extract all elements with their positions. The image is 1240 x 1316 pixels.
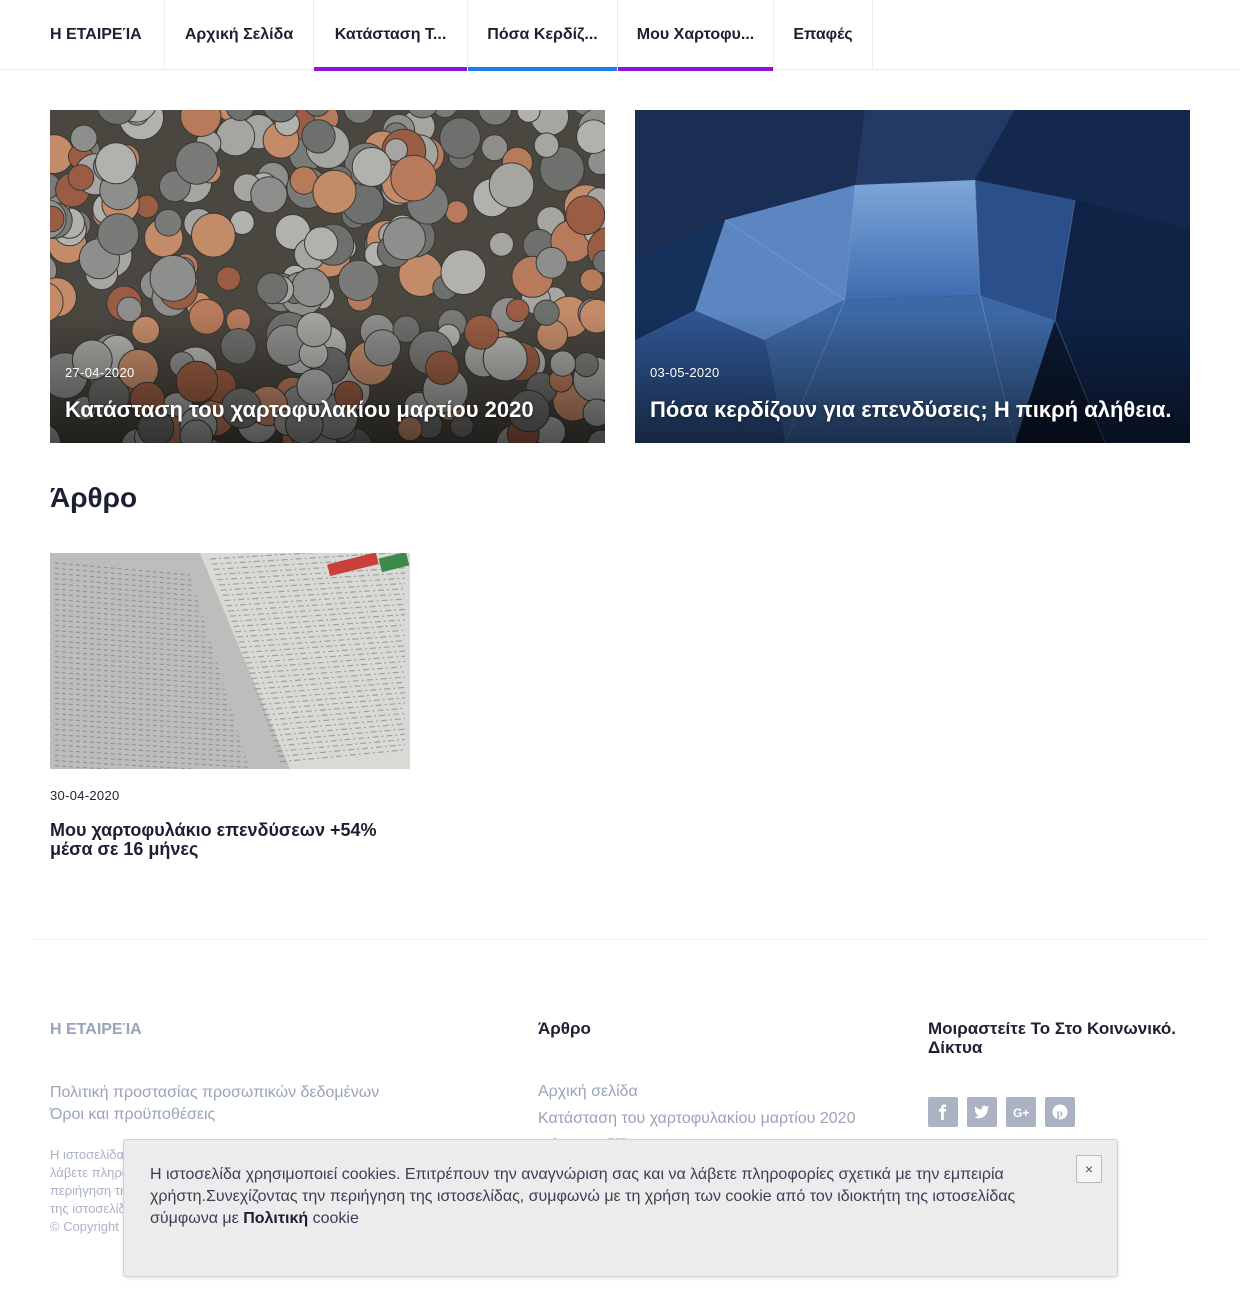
- facebook-share-button[interactable]: [928, 1097, 958, 1127]
- nav-active-underline: [468, 67, 617, 71]
- post-title[interactable]: Πόσα κερδίζουν για επενδύσεις; Η πικρή α…: [650, 397, 1172, 423]
- cookie-banner: Η ιστοσελίδα χρησιμοποιεί cookies. Επιτρ…: [123, 1139, 1118, 1277]
- post-date: 30-04-2020: [50, 788, 120, 803]
- featured-card[interactable]: 27-04-2020 Κατάσταση του χαρτοφυλακίου μ…: [50, 110, 605, 443]
- cookie-text: cookie: [308, 1210, 359, 1227]
- nav-active-underline: [314, 67, 467, 71]
- twitter-share-button[interactable]: [967, 1097, 997, 1127]
- close-button[interactable]: ×: [1076, 1155, 1102, 1183]
- top-navigation: Η ΕΤΑΙΡΕΊΑ Αρχική Σελίδα Κατάσταση Τ... …: [0, 0, 1240, 71]
- privacy-policy-link[interactable]: Πολιτική προστασίας προσωπικών δεδομένων: [50, 1082, 379, 1104]
- nav-active-underline: [618, 67, 773, 71]
- google-plus-share-button[interactable]: G+: [1006, 1097, 1036, 1127]
- post-title[interactable]: Μου χαρτοφυλάκιο επενδύσεων +54% μέσα σε…: [50, 821, 410, 859]
- footer-divider: [33, 939, 1207, 940]
- svg-text:G+: G+: [1013, 1106, 1029, 1120]
- post-date: 27-04-2020: [65, 365, 135, 380]
- twitter-icon: [974, 1105, 990, 1119]
- nav-item-label: Μου Χαρτοφυ...: [636, 26, 755, 43]
- financial-newspaper-photo: [50, 553, 410, 769]
- nav-item-home[interactable]: Αρχική Σελίδα: [165, 0, 314, 70]
- nav-item-label: Πόσα Κερδίζ...: [487, 26, 598, 43]
- footer-link-home[interactable]: Αρχική σελίδα: [538, 1078, 855, 1105]
- nav-item-label: Κατάσταση Τ...: [334, 26, 447, 43]
- post-date: 03-05-2020: [650, 365, 720, 380]
- section-title: Άρθρο: [50, 482, 138, 513]
- post-title[interactable]: Κατάσταση του χαρτοφυλακίου μαρτίου 2020: [65, 397, 534, 423]
- featured-card[interactable]: 03-05-2020 Πόσα κερδίζουν για επενδύσεις…: [635, 110, 1190, 443]
- nav-item-label: Επαφές: [793, 26, 853, 43]
- footer-legal-links: Πολιτική προστασίας προσωπικών δεδομένων…: [50, 1082, 379, 1126]
- svg-text:p: p: [1057, 1107, 1063, 1119]
- footer-brand[interactable]: Η ΕΤΑΙΡΕΊΑ: [50, 1021, 142, 1039]
- footer-share-title: Μοιραστείτε Το Στο Κοινωνικό. Δίκτυα: [928, 1019, 1176, 1057]
- facebook-icon: [939, 1104, 947, 1120]
- nav-item-contact[interactable]: Επαφές: [774, 0, 873, 70]
- article-card[interactable]: 30-04-2020 Μου χαρτοφυλάκιο επενδύσεων +…: [50, 553, 410, 859]
- cookie-message: Η ιστοσελίδα χρησιμοποιεί cookies. Επιτρ…: [150, 1164, 1050, 1230]
- nav-item-my-portfolio[interactable]: Μου Χαρτοφυ...: [618, 0, 774, 71]
- google-plus-icon: G+: [1013, 1106, 1029, 1120]
- brand-logo-link[interactable]: Η ΕΤΑΙΡΕΊΑ: [0, 0, 165, 70]
- pinterest-icon: p: [1052, 1104, 1068, 1120]
- nav-item-label: Αρχική Σελίδα: [184, 26, 294, 43]
- nav-item-how-much-earn[interactable]: Πόσα Κερδίζ...: [468, 0, 618, 71]
- cookie-policy-link[interactable]: Πολιτική: [243, 1210, 308, 1227]
- footer-articles-title: Άρθρο: [538, 1019, 591, 1038]
- footer-link-article[interactable]: Κατάσταση του χαρτοφυλακίου μαρτίου 2020: [538, 1105, 855, 1132]
- terms-link[interactable]: Όροι και προϋποθέσεις: [50, 1104, 379, 1126]
- pinterest-share-button[interactable]: p: [1045, 1097, 1075, 1127]
- nav-item-portfolio-status[interactable]: Κατάσταση Τ...: [314, 0, 468, 71]
